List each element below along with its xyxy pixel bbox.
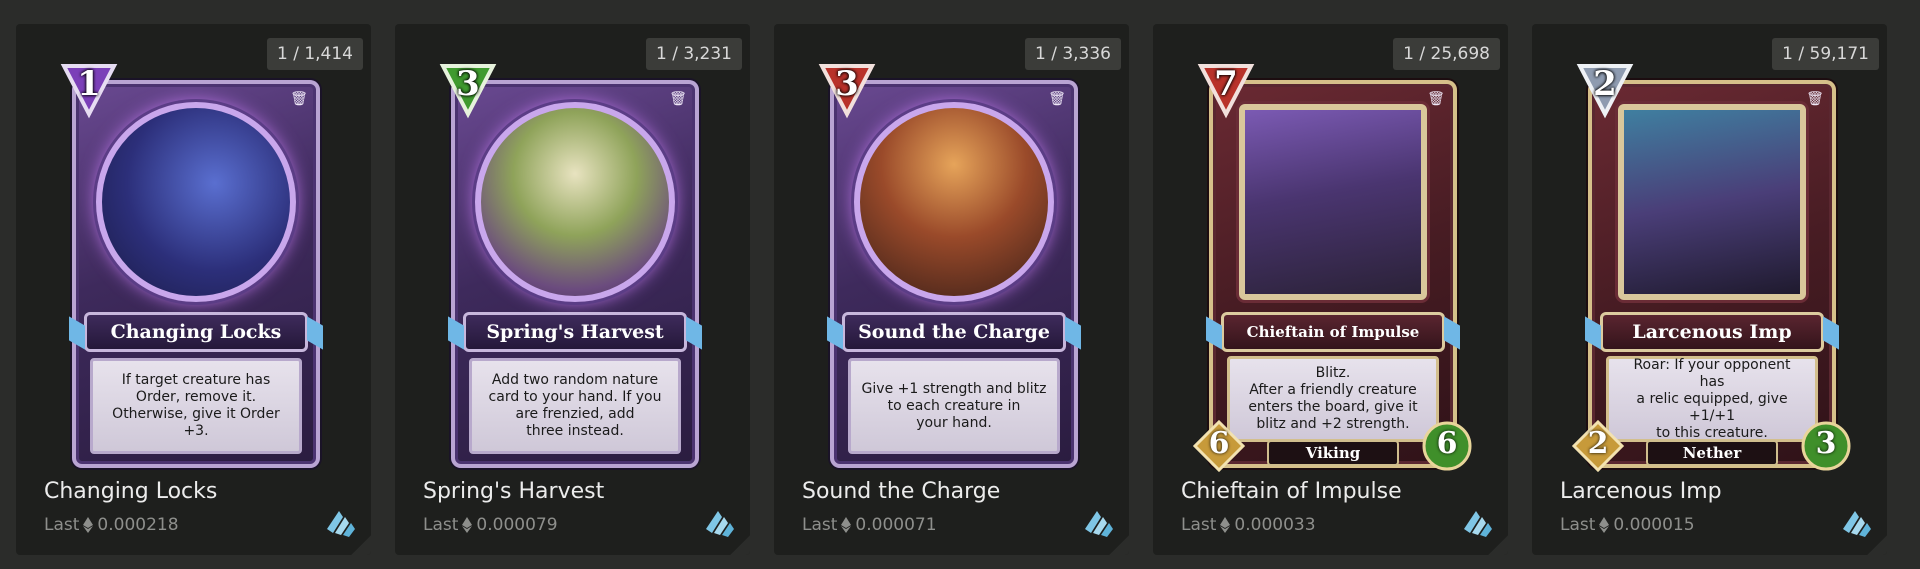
last-price: Last 0.000015 bbox=[1560, 515, 1695, 535]
card-art bbox=[475, 102, 675, 302]
tribe-label: Nether bbox=[1646, 440, 1778, 466]
last-price: Last 0.000079 bbox=[423, 515, 558, 535]
card-title-banner: Spring's Harvest bbox=[463, 312, 687, 352]
attack-stat: 6 bbox=[1192, 419, 1246, 473]
mana-cost-gem: 3 bbox=[814, 56, 880, 122]
card-art bbox=[1239, 104, 1427, 300]
card-tile[interactable]: 1 / 25,698 7 🗑 Chieftain of Impulse Blit… bbox=[1153, 24, 1508, 555]
mana-cost-value: 1 bbox=[77, 64, 101, 104]
eth-icon bbox=[1599, 517, 1610, 533]
card-art bbox=[854, 102, 1054, 302]
immutable-market-icon[interactable] bbox=[700, 503, 738, 541]
card-title-banner: Changing Locks bbox=[84, 312, 308, 352]
card-image: 7 🗑 Chieftain of Impulse Blitz. After a … bbox=[1192, 64, 1472, 473]
card-name: Sound the Charge bbox=[802, 479, 1001, 504]
last-price: Last 0.000071 bbox=[802, 515, 937, 535]
eth-icon bbox=[462, 517, 473, 533]
mana-cost-gem: 2 bbox=[1572, 56, 1638, 122]
card-title-banner: Sound the Charge bbox=[842, 312, 1066, 352]
trash-icon: 🗑 bbox=[669, 91, 687, 107]
supply-badge: 1 / 25,698 bbox=[1393, 38, 1500, 70]
attack-value: 6 bbox=[1208, 426, 1230, 461]
trash-icon: 🗑 bbox=[1048, 91, 1066, 107]
attack-value: 2 bbox=[1587, 426, 1609, 461]
mana-cost-value: 3 bbox=[835, 64, 859, 104]
card-title-banner: Larcenous Imp bbox=[1600, 312, 1824, 352]
price-value: 0.000218 bbox=[97, 515, 179, 535]
card-rules-text: Give +1 strength and blitz to each creat… bbox=[848, 358, 1060, 454]
card-tile[interactable]: 1 / 59,171 2 🗑 Larcenous Imp Roar: If yo… bbox=[1532, 24, 1887, 555]
price-label: Last bbox=[802, 515, 838, 535]
price-value: 0.000015 bbox=[1613, 515, 1695, 535]
eth-icon bbox=[1220, 517, 1231, 533]
mana-cost-value: 2 bbox=[1593, 64, 1617, 104]
price-value: 0.000079 bbox=[476, 515, 558, 535]
eth-icon bbox=[83, 517, 94, 533]
price-label: Last bbox=[1560, 515, 1596, 535]
card-image: 3 🗑 Spring's Harvest Add two random natu… bbox=[439, 64, 699, 468]
health-value: 6 bbox=[1436, 426, 1458, 461]
card-name: Spring's Harvest bbox=[423, 479, 605, 504]
card-rules-text: Blitz. After a friendly creature enters … bbox=[1227, 356, 1439, 442]
card-image: 1 🗑 Changing Locks If target creature ha… bbox=[60, 64, 320, 468]
card-tile[interactable]: 1 / 3,336 3 🗑 Sound the Charge Give +1 s… bbox=[774, 24, 1129, 555]
immutable-market-icon[interactable] bbox=[321, 503, 359, 541]
trash-icon: 🗑 bbox=[290, 91, 308, 107]
immutable-market-icon[interactable] bbox=[1837, 503, 1875, 541]
card-tile[interactable]: 1 / 1,414 1 🗑 Changing Locks If target c… bbox=[16, 24, 371, 555]
price-label: Last bbox=[1181, 515, 1217, 535]
eth-icon bbox=[841, 517, 852, 533]
health-stat: 6 bbox=[1421, 420, 1473, 472]
card-name: Changing Locks bbox=[44, 479, 218, 504]
card-art bbox=[96, 102, 296, 302]
supply-badge: 1 / 3,336 bbox=[1024, 38, 1121, 70]
card-title-banner: Chieftain of Impulse bbox=[1221, 312, 1445, 352]
trash-icon: 🗑 bbox=[1427, 91, 1445, 107]
card-name: Larcenous Imp bbox=[1560, 479, 1722, 504]
supply-badge: 1 / 59,171 bbox=[1772, 38, 1879, 70]
price-value: 0.000071 bbox=[855, 515, 937, 535]
mana-cost-gem: 3 bbox=[435, 56, 501, 122]
mana-cost-gem: 7 bbox=[1193, 56, 1259, 122]
card-image: 2 🗑 Larcenous Imp Roar: If your opponent… bbox=[1571, 64, 1851, 473]
immutable-market-icon[interactable] bbox=[1458, 503, 1496, 541]
price-label: Last bbox=[44, 515, 80, 535]
card-rules-text: Roar: If your opponent has a relic equip… bbox=[1606, 356, 1818, 442]
immutable-market-icon[interactable] bbox=[1079, 503, 1117, 541]
card-grid: 1 / 1,414 1 🗑 Changing Locks If target c… bbox=[16, 24, 1887, 555]
mana-cost-gem: 1 bbox=[56, 56, 122, 122]
health-value: 3 bbox=[1815, 426, 1837, 461]
supply-badge: 1 / 1,414 bbox=[266, 38, 363, 70]
mana-cost-value: 7 bbox=[1214, 64, 1238, 104]
card-rules-text: Add two random nature card to your hand.… bbox=[469, 358, 681, 454]
card-tile[interactable]: 1 / 3,231 3 🗑 Spring's Harvest Add two r… bbox=[395, 24, 750, 555]
card-name: Chieftain of Impulse bbox=[1181, 479, 1402, 504]
price-label: Last bbox=[423, 515, 459, 535]
tribe-label: Viking bbox=[1267, 440, 1399, 466]
trash-icon: 🗑 bbox=[1806, 91, 1824, 107]
supply-badge: 1 / 3,231 bbox=[645, 38, 742, 70]
mana-cost-value: 3 bbox=[456, 64, 480, 104]
card-image: 3 🗑 Sound the Charge Give +1 strength an… bbox=[818, 64, 1078, 468]
last-price: Last 0.000033 bbox=[1181, 515, 1316, 535]
card-art bbox=[1618, 104, 1806, 300]
last-price: Last 0.000218 bbox=[44, 515, 179, 535]
health-stat: 3 bbox=[1800, 420, 1852, 472]
price-value: 0.000033 bbox=[1234, 515, 1316, 535]
card-rules-text: If target creature has Order, remove it.… bbox=[90, 358, 302, 454]
attack-stat: 2 bbox=[1571, 419, 1625, 473]
